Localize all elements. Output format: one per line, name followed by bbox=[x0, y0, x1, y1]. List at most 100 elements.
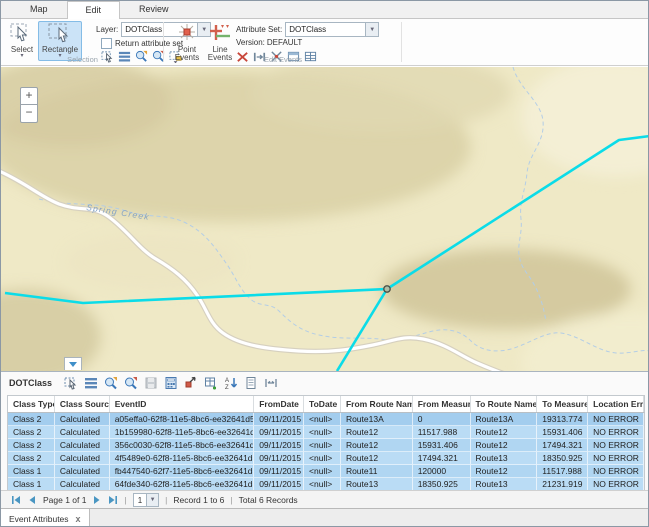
table-row[interactable]: Class 1Calculatedfb447540-62f7-11e5-8bc6… bbox=[7, 465, 645, 478]
column-header[interactable]: To Measure bbox=[537, 396, 588, 412]
first-page-icon[interactable] bbox=[11, 495, 21, 505]
table-cell: Class 2 bbox=[8, 426, 55, 439]
event-table: Class TypeClass SourceEventIDFromDateToD… bbox=[7, 395, 645, 491]
pagination-bar: Page 1 of 1 | 1 ▼ | Record 1 to 6 | Tota… bbox=[1, 490, 648, 509]
last-page-icon[interactable] bbox=[108, 495, 118, 505]
table-cell: Route12 bbox=[471, 465, 538, 478]
table-cell: a05effa0-62f8-11e5-8bc6-ee32641d5ec9 bbox=[110, 413, 255, 426]
ribbon-tab-strip: Map Edit Review bbox=[1, 1, 648, 19]
table-cell: Route12 bbox=[341, 452, 413, 465]
table-cell: Route12 bbox=[341, 426, 413, 439]
add-record-icon[interactable] bbox=[203, 376, 218, 391]
report-icon[interactable] bbox=[243, 376, 258, 391]
table-cell: 17494.321 bbox=[413, 452, 471, 465]
table-cell: Calculated bbox=[55, 465, 110, 478]
calculate-icon[interactable] bbox=[163, 376, 178, 391]
table-cell: NO ERROR bbox=[588, 426, 644, 439]
zoom-in-button[interactable]: + bbox=[20, 87, 38, 105]
tab-event-attributes[interactable]: Event Attributes x bbox=[1, 509, 90, 527]
svg-text:A: A bbox=[225, 378, 229, 384]
page-select[interactable]: 1 ▼ bbox=[133, 493, 159, 507]
tab-review[interactable]: Review bbox=[120, 0, 188, 18]
attribute-set-field: Attribute Set: DOTClass ▼ bbox=[236, 22, 379, 37]
table-cell: Route13 bbox=[471, 452, 538, 465]
column-header[interactable]: From Route Name bbox=[341, 396, 413, 412]
event-attributes-panel: DOTClass AZ Class TypeClass SourceEventI… bbox=[1, 371, 648, 508]
column-header[interactable]: Location Error bbox=[588, 396, 644, 412]
pan-to-event-icon[interactable] bbox=[123, 376, 138, 391]
table-cell: Calculated bbox=[55, 452, 110, 465]
attribute-set-dropdown-arrow-icon: ▼ bbox=[365, 23, 378, 36]
table-cell: 11517.988 bbox=[413, 426, 471, 439]
sort-icon[interactable]: AZ bbox=[223, 376, 238, 391]
table-header-row: Class TypeClass SourceEventIDFromDateToD… bbox=[7, 395, 645, 413]
rectangle-tool-icon bbox=[46, 23, 74, 45]
table-cell: 15931.406 bbox=[413, 439, 471, 452]
column-header[interactable]: FromDate bbox=[254, 396, 304, 412]
column-header[interactable]: Class Source bbox=[55, 396, 110, 412]
table-cell: Route13A bbox=[471, 413, 538, 426]
app-window: Map Edit Review Select ▾ Rectangle ▾ La bbox=[0, 0, 649, 527]
return-attribute-set-checkbox[interactable] bbox=[101, 38, 112, 49]
table-cell: <null> bbox=[304, 426, 341, 439]
column-header[interactable]: To Route Name bbox=[471, 396, 538, 412]
table-cell: fb447540-62f7-11e5-8bc6-ee32641d5ec9 bbox=[110, 465, 255, 478]
panel-collapse-button[interactable] bbox=[64, 357, 82, 370]
table-row[interactable]: Class 2Calculated1b159980-62f8-11e5-8bc6… bbox=[7, 426, 645, 439]
zoom-out-button[interactable]: − bbox=[20, 105, 38, 123]
close-tab-icon[interactable]: x bbox=[76, 514, 81, 524]
version-field: Version: DEFAULT bbox=[236, 38, 302, 47]
table-cell: Route12 bbox=[471, 439, 538, 452]
list-icon[interactable] bbox=[83, 376, 98, 391]
table-cell: NO ERROR bbox=[588, 413, 644, 426]
table-cell: <null> bbox=[304, 439, 341, 452]
table-row[interactable]: Class 2Calculated4f5489e0-62f8-11e5-8bc6… bbox=[7, 452, 645, 465]
table-cell: <null> bbox=[304, 452, 341, 465]
column-header[interactable]: From Measure bbox=[413, 396, 471, 412]
table-cell: 19313.774 bbox=[537, 413, 588, 426]
table-cell: 18350.925 bbox=[537, 452, 588, 465]
column-header[interactable]: EventID bbox=[110, 396, 255, 412]
table-cell: NO ERROR bbox=[588, 465, 644, 478]
table-cell: Route12 bbox=[471, 426, 538, 439]
table-cell: Class 2 bbox=[8, 413, 55, 426]
table-cell: 09/11/2015 bbox=[254, 413, 304, 426]
panel-toolbar: DOTClass AZ bbox=[1, 372, 648, 394]
tab-edit[interactable]: Edit bbox=[67, 1, 121, 19]
delete-record-icon[interactable] bbox=[183, 376, 198, 391]
table-cell: Class 1 bbox=[8, 465, 55, 478]
map-view[interactable]: Spring Creek + − bbox=[1, 67, 649, 371]
select-events-icon[interactable] bbox=[63, 376, 78, 391]
table-cell: Route13A bbox=[341, 413, 413, 426]
point-events-icon bbox=[176, 23, 198, 45]
selection-group: Select ▾ Rectangle ▾ Layer: DOTClass ▼ R… bbox=[1, 19, 164, 65]
table-cell: Calculated bbox=[55, 426, 110, 439]
table-cell: <null> bbox=[304, 465, 341, 478]
column-header[interactable]: ToDate bbox=[304, 396, 341, 412]
previous-page-icon[interactable] bbox=[27, 495, 37, 505]
table-cell: 11517.988 bbox=[537, 465, 588, 478]
table-cell: 17494.321 bbox=[537, 439, 588, 452]
table-cell: 09/11/2015 bbox=[254, 426, 304, 439]
tab-map[interactable]: Map bbox=[11, 0, 67, 18]
route-junction-marker[interactable] bbox=[384, 286, 390, 292]
save-icon[interactable] bbox=[143, 376, 158, 391]
next-page-icon[interactable] bbox=[92, 495, 102, 505]
column-header[interactable]: Class Type bbox=[8, 396, 55, 412]
table-cell: 0 bbox=[413, 413, 471, 426]
table-cell: 09/11/2015 bbox=[254, 465, 304, 478]
table-cell: Class 2 bbox=[8, 452, 55, 465]
zoom-to-event-icon[interactable] bbox=[103, 376, 118, 391]
edit-events-group: Point Events Line Events Attribute Set: … bbox=[164, 19, 402, 65]
table-cell: 120000 bbox=[413, 465, 471, 478]
select-tool-icon bbox=[9, 23, 35, 45]
table-row[interactable]: Class 2Calculated356c0030-62f8-11e5-8bc6… bbox=[7, 439, 645, 452]
measure-icon[interactable] bbox=[263, 376, 278, 391]
table-row[interactable]: Class 2Calculateda05effa0-62f8-11e5-8bc6… bbox=[7, 413, 645, 426]
table-cell: NO ERROR bbox=[588, 452, 644, 465]
table-cell: Class 2 bbox=[8, 439, 55, 452]
total-records-label: Total 6 Records bbox=[239, 495, 298, 505]
attribute-set-dropdown[interactable]: DOTClass ▼ bbox=[285, 22, 379, 37]
table-cell: NO ERROR bbox=[588, 439, 644, 452]
line-events-icon bbox=[209, 23, 231, 45]
